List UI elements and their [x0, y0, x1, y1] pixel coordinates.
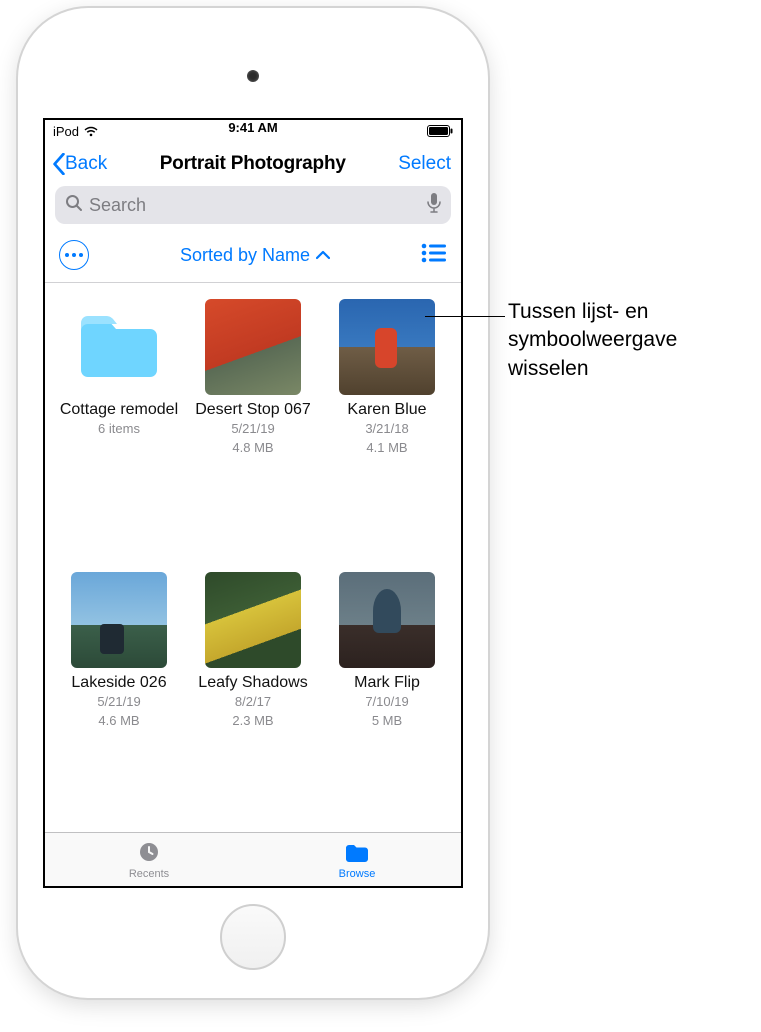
mic-icon[interactable]	[427, 193, 441, 218]
search-icon	[65, 194, 83, 217]
image-thumbnail	[339, 299, 435, 395]
grid-item[interactable]: Cottage remodel 6 items	[55, 299, 183, 560]
item-date: 3/21/18	[323, 421, 451, 438]
item-size: 4.6 MB	[55, 713, 183, 730]
carrier-label: iPod	[53, 124, 79, 139]
ellipsis-icon	[65, 253, 83, 257]
screen: iPod 9:41 AM Back Portrait Photography S…	[43, 118, 463, 888]
grid-item[interactable]: Desert Stop 067 5/21/19 4.8 MB	[189, 299, 317, 560]
sort-row: Sorted by Name	[45, 230, 461, 283]
back-label: Back	[65, 153, 107, 175]
callout-leader-line	[425, 316, 505, 317]
item-name: Mark Flip	[323, 674, 451, 692]
sort-button[interactable]: Sorted by Name	[97, 245, 413, 266]
item-size: 2.3 MB	[189, 713, 317, 730]
callout-text: Tussen lijst- en symboolweergave wissele…	[508, 298, 738, 383]
image-thumbnail	[339, 572, 435, 668]
item-name: Desert Stop 067	[189, 401, 317, 419]
item-size: 5 MB	[323, 713, 451, 730]
folder-icon	[71, 299, 167, 395]
back-button[interactable]: Back	[51, 153, 107, 175]
image-thumbnail	[205, 299, 301, 395]
item-name: Karen Blue	[323, 401, 451, 419]
item-meta: 6 items	[55, 421, 183, 438]
grid-item[interactable]: Leafy Shadows 8/2/17 2.3 MB	[189, 572, 317, 833]
item-name: Lakeside 026	[55, 674, 183, 692]
page-title: Portrait Photography	[107, 153, 398, 175]
search-input[interactable]: Search	[55, 186, 451, 224]
item-date: 5/21/19	[55, 694, 183, 711]
grid-item[interactable]: Mark Flip 7/10/19 5 MB	[323, 572, 451, 833]
image-thumbnail	[71, 572, 167, 668]
nav-bar: Back Portrait Photography Select	[45, 142, 461, 186]
grid-item[interactable]: Karen Blue 3/21/18 4.1 MB	[323, 299, 451, 560]
item-date: 7/10/19	[323, 694, 451, 711]
device-camera	[247, 70, 259, 82]
device-frame: iPod 9:41 AM Back Portrait Photography S…	[18, 8, 488, 998]
search-wrap: Search	[45, 186, 461, 230]
item-date: 8/2/17	[189, 694, 317, 711]
select-button[interactable]: Select	[398, 153, 455, 175]
chevron-up-icon	[316, 250, 330, 260]
tab-recents[interactable]: Recents	[45, 833, 253, 886]
item-name: Leafy Shadows	[189, 674, 317, 692]
item-size: 4.1 MB	[323, 440, 451, 457]
list-view-icon	[421, 243, 447, 263]
grid-item[interactable]: Lakeside 026 5/21/19 4.6 MB	[55, 572, 183, 833]
tab-label: Browse	[339, 868, 376, 880]
file-grid[interactable]: Cottage remodel 6 items Desert Stop 067 …	[45, 283, 461, 832]
item-name: Cottage remodel	[55, 401, 183, 419]
view-toggle-button[interactable]	[421, 243, 447, 268]
status-time: 9:41 AM	[228, 120, 277, 135]
sort-label-text: Sorted by Name	[180, 245, 310, 266]
wifi-icon	[83, 125, 99, 137]
search-placeholder: Search	[89, 195, 146, 216]
clock-icon	[135, 840, 163, 867]
image-thumbnail	[205, 572, 301, 668]
tab-bar: Recents Browse	[45, 832, 461, 886]
folder-icon	[343, 840, 371, 867]
tab-label: Recents	[129, 868, 169, 880]
item-date: 5/21/19	[189, 421, 317, 438]
tab-browse[interactable]: Browse	[253, 833, 461, 886]
battery-icon	[427, 125, 453, 137]
more-button[interactable]	[59, 240, 89, 270]
item-size: 4.8 MB	[189, 440, 317, 457]
home-button[interactable]	[220, 904, 286, 970]
